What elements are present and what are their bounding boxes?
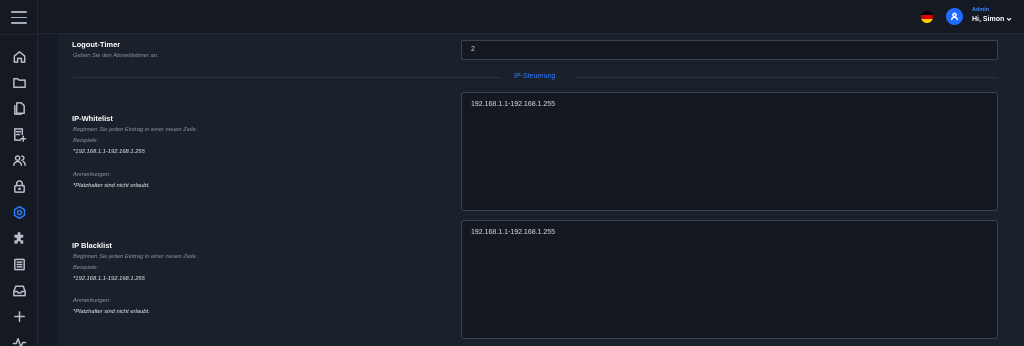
list-icon[interactable]	[9, 254, 29, 274]
users-icon[interactable]	[9, 150, 29, 170]
activity-icon[interactable]	[9, 332, 29, 346]
blacklist-notes-label: Anmerkungen:	[73, 298, 111, 304]
whitelist-example-label: Beispiele:	[73, 138, 99, 144]
blacklist-note: *Platzhalter sind nicht erlaubt.	[73, 309, 150, 315]
puzzle-icon[interactable]	[9, 228, 29, 248]
home-icon[interactable]	[9, 46, 29, 66]
whitelist-note: *Platzhalter sind nicht erlaubt.	[73, 183, 150, 189]
blacklist-hint: Beginnen Sie jeden Eintrag in einer neue…	[73, 254, 198, 260]
german-flag-icon[interactable]	[921, 11, 933, 23]
user-menu-toggle[interactable]: Hi, Simon	[972, 16, 1012, 23]
blacklist-example-label: Beispiele:	[73, 265, 99, 271]
whitelist-label: IP-Whitelist	[72, 114, 113, 123]
blacklist-example: *192.168.1.1-192.168.1.255	[73, 276, 145, 282]
folder-icon[interactable]	[9, 72, 29, 92]
whitelist-hint: Beginnen Sie jeden Eintrag in einer neue…	[73, 127, 198, 133]
sidebar	[0, 0, 38, 346]
user-role: Admin	[972, 7, 990, 13]
blacklist-label: IP Blacklist	[72, 241, 112, 250]
plus-icon[interactable]	[9, 306, 29, 326]
documents-icon[interactable]	[9, 98, 29, 118]
avatar[interactable]	[946, 8, 963, 25]
lock-icon[interactable]	[9, 176, 29, 196]
user-greeting: Hi, Simon	[972, 16, 1005, 23]
logout-timer-label: Logout-Timer	[72, 40, 121, 49]
settings-icon[interactable]	[9, 202, 29, 222]
hamburger-menu-icon[interactable]	[11, 11, 27, 24]
whitelist-example: *192.168.1.1-192.168.1.255	[73, 149, 145, 155]
logout-timer-hint: Geben Sie den Abmeldetimer an.	[73, 53, 159, 59]
sidebar-divider	[0, 34, 38, 35]
user-icon	[950, 12, 959, 21]
inbox-icon[interactable]	[9, 280, 29, 300]
section-divider-right	[575, 77, 998, 78]
blacklist-textarea[interactable]: 192.168.1.1-192.168.1.255	[461, 220, 998, 339]
section-divider-left	[73, 77, 501, 78]
whitelist-notes-label: Anmerkungen:	[73, 172, 111, 178]
logout-timer-input[interactable]: 2	[461, 40, 998, 60]
section-title: IP-Steuerung	[514, 73, 556, 80]
invoice-icon[interactable]	[9, 124, 29, 144]
chevron-down-icon	[1006, 17, 1012, 22]
whitelist-textarea[interactable]: 192.168.1.1-192.168.1.255	[461, 92, 998, 211]
top-bar: Admin Hi, Simon	[38, 0, 1024, 34]
